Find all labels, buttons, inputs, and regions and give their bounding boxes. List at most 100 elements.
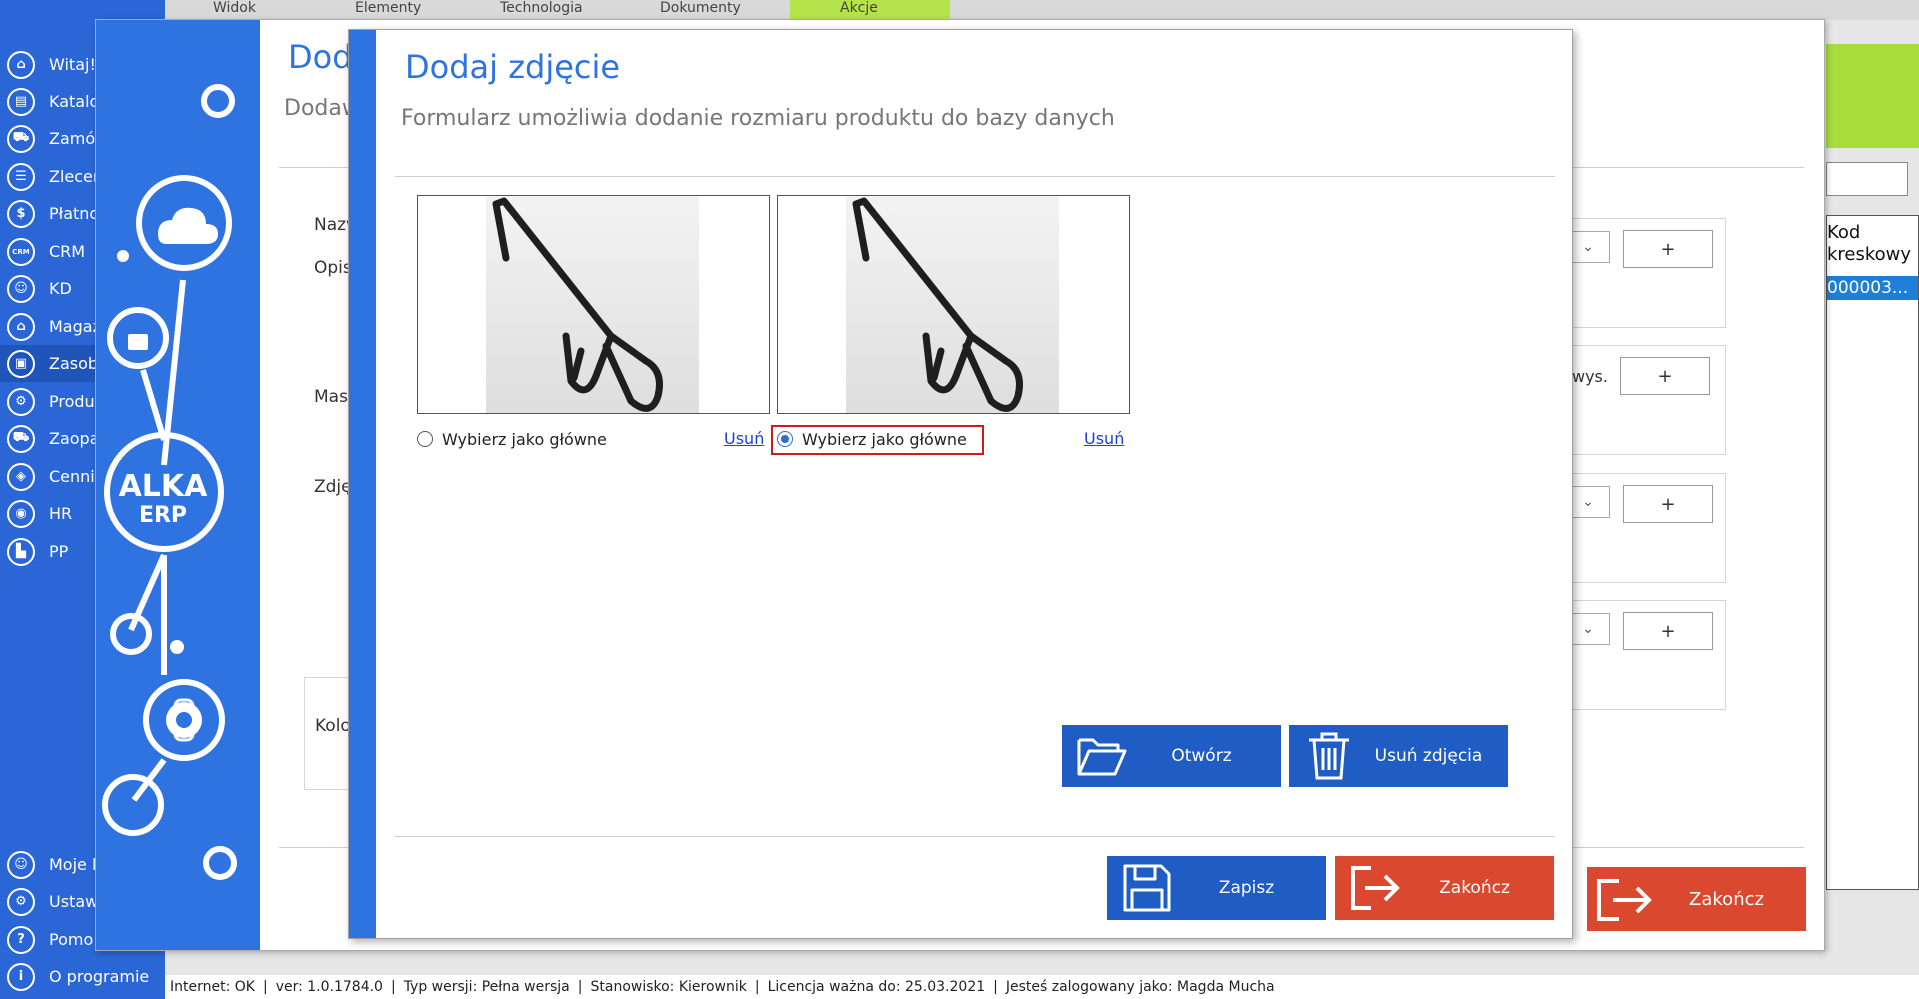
tab-technologia[interactable]: Technologia: [500, 0, 583, 20]
sidebar-item-label: O programie: [49, 967, 150, 986]
status-internet: Internet: OK: [170, 979, 255, 995]
divider-bottom: [395, 836, 1555, 837]
tab-elementy[interactable]: Elementy: [355, 0, 421, 20]
grid-cell-selected[interactable]: 000003...: [1827, 276, 1918, 300]
brand-network-graphic: ALKA ERP: [102, 84, 237, 880]
label-kolor: Kolo: [315, 716, 351, 736]
sidebar-item-label: Moje l: [49, 855, 97, 874]
home-icon: ⌂: [7, 50, 35, 79]
label-masa: Mas: [314, 387, 348, 407]
fingerprint-icon: ◉: [7, 499, 35, 528]
remove-photo-link-1[interactable]: Usuń: [724, 429, 764, 448]
divider-top: [395, 176, 1555, 177]
sidebar-item-o-programie[interactable]: i O programie: [0, 958, 165, 995]
dialog-title: Dodaj zdjęcie: [405, 48, 621, 86]
folder-icon: [1062, 725, 1142, 787]
window-title: Dod: [288, 38, 353, 76]
open-button[interactable]: Otwórz: [1062, 725, 1281, 787]
main-photo-radio-1[interactable]: Wybierz jako główne: [417, 428, 607, 450]
dollar-icon: $: [7, 199, 35, 228]
grid-header-barcode: Kod kreskowy: [1827, 222, 1912, 265]
alka-erp-brand-panel: ALKA ERP: [96, 20, 260, 950]
production-icon: ⚙: [7, 387, 35, 416]
barcode-grid[interactable]: Kod kreskowy 000003...: [1826, 215, 1919, 890]
search-input[interactable]: [1826, 162, 1908, 196]
close-button[interactable]: Zakończ: [1335, 856, 1554, 920]
truck-icon: ⛟: [7, 424, 35, 453]
cart-icon: ⛟: [7, 124, 35, 153]
settings-icon: ⚙: [7, 887, 35, 916]
help-icon: ?: [7, 925, 35, 954]
trash-icon: [1289, 725, 1369, 787]
status-version: ver: 1.0.1784.0: [275, 979, 383, 995]
tag-icon: ◈: [7, 462, 35, 491]
warehouse-icon: ⌂: [7, 312, 35, 341]
brand-text-alka: ALKA: [119, 469, 209, 504]
sidebar-item-label: KD: [49, 279, 72, 298]
exit-icon: [1335, 856, 1415, 920]
tab-akcje[interactable]: Akcje: [790, 0, 950, 20]
save-label: Zapisz: [1218, 878, 1275, 898]
remove-photo-link-2[interactable]: Usuń: [1084, 429, 1124, 448]
storage-icon: ▣: [7, 349, 35, 378]
sidebar-item-label: Katalo: [49, 92, 100, 111]
brand-text-erp: ERP: [139, 503, 187, 528]
status-license: Licencja ważna do: 25.03.2021: [767, 979, 986, 995]
exit-icon: [1597, 879, 1652, 921]
tab-dokumenty[interactable]: Dokumenty: [660, 0, 741, 20]
status-bar: Internet: OK | ver: 1.0.1784.0 | Typ wersj…: [165, 975, 1919, 999]
sidebar-item-label: Magaz: [49, 317, 101, 336]
status-user: Jesteś zalogowany jako: Magda Mucha: [1005, 979, 1275, 995]
add-button-4[interactable]: +: [1623, 612, 1713, 650]
delete-photos-label: Usuń zdjęcia: [1374, 746, 1483, 766]
crm-icon: CRM: [7, 237, 35, 266]
add-photo-dialog: Dodaj zdjęcie Formularz umożliwia dodani…: [348, 29, 1573, 939]
sidebar-item-label: Zaopa: [49, 429, 100, 448]
add-button-2[interactable]: +: [1620, 357, 1710, 395]
dialog-accent-stripe: [349, 30, 376, 938]
status-separator: |: [262, 979, 268, 995]
floppy-disk-icon: [1107, 856, 1187, 920]
status-separator: |: [577, 979, 583, 995]
delete-photos-button[interactable]: Usuń zdjęcia: [1289, 725, 1508, 787]
hook-image: [852, 197, 1023, 412]
add-button-1[interactable]: +: [1623, 230, 1713, 268]
status-version-type: Typ wersji: Pełna wersja: [403, 979, 570, 995]
status-separator: |: [993, 979, 998, 995]
close-label: Zakończ: [1439, 878, 1510, 898]
radio-label: Wybierz jako główne: [442, 429, 607, 449]
label-wys: wys.: [1572, 367, 1608, 386]
user-icon: ☺: [7, 850, 35, 879]
green-header-panel: [1826, 44, 1919, 148]
radio-button[interactable]: [417, 431, 433, 447]
photo-thumbnail-2[interactable]: [777, 195, 1130, 414]
person-icon: ☺: [7, 274, 35, 303]
sidebar-item-label: Zasob: [49, 354, 99, 373]
info-icon: i: [7, 962, 35, 991]
add-button-3[interactable]: +: [1623, 485, 1713, 523]
selection-highlight: [771, 425, 984, 455]
zakoncz-button-background[interactable]: Zakończ: [1587, 867, 1806, 931]
sidebar-item-label: Zamó: [49, 129, 96, 148]
book-icon: ▤: [7, 87, 35, 116]
status-separator: |: [390, 979, 396, 995]
sidebar-item-label: HR: [49, 504, 73, 523]
sidebar-item-label: PP: [49, 542, 69, 561]
sidebar-item-label: Pomo: [49, 930, 94, 949]
sidebar-item-label: CRM: [49, 242, 86, 261]
hook-image: [492, 197, 663, 412]
sidebar-item-label: Witaj!: [49, 55, 96, 74]
save-button[interactable]: Zapisz: [1107, 856, 1326, 920]
tab-widok[interactable]: Widok: [213, 0, 256, 20]
label-opis: Opis: [314, 258, 352, 278]
status-station: Stanowisko: Kierownik: [590, 979, 747, 995]
sidebar-item-label: Produ: [49, 392, 95, 411]
label-zdjecia: Zdję: [314, 477, 352, 497]
status-separator: |: [754, 979, 760, 995]
sidebar-item-label: Płatno: [49, 204, 100, 223]
top-tab-strip: Widok Elementy Technologia Dokumenty Akc…: [165, 0, 1919, 20]
list-icon: ☰: [7, 162, 35, 191]
open-label: Otwórz: [1171, 746, 1232, 766]
photo-thumbnail-1[interactable]: [417, 195, 770, 414]
zakoncz-label: Zakończ: [1689, 888, 1764, 910]
